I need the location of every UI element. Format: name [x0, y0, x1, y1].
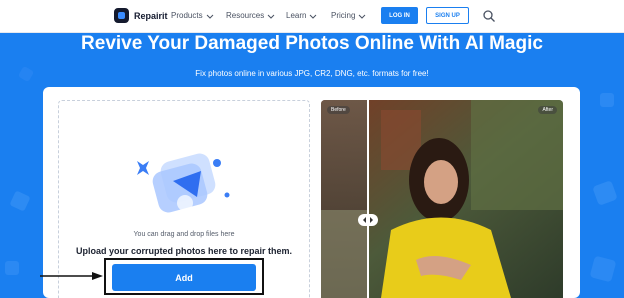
annotation-arrow-icon: [40, 272, 103, 280]
repairit-logo-icon: [114, 8, 129, 23]
nav-item-resources[interactable]: Resources: [226, 11, 275, 20]
upload-illustration-icon: [137, 153, 230, 213]
nav-item-label: Pricing: [331, 11, 356, 20]
chevron-down-icon: [267, 14, 275, 19]
signup-button[interactable]: SIGN UP: [426, 7, 469, 24]
logo-text: Repairit: [134, 10, 168, 21]
add-button[interactable]: Add: [112, 264, 256, 291]
top-nav: Repairit Products Resources Learn Pricin…: [0, 0, 624, 33]
left-right-arrows-icon: [363, 217, 373, 223]
upload-instruction: Upload your corrupted photos here to rep…: [75, 246, 293, 256]
nav-item-learn[interactable]: Learn: [286, 11, 317, 20]
hero-subtitle: Fix photos online in various JPG, CR2, D…: [195, 69, 429, 78]
chevron-down-icon: [206, 14, 213, 19]
after-badge: After: [538, 106, 557, 114]
drag-drop-hint: You can drag and drop files here: [133, 231, 235, 238]
logo[interactable]: Repairit: [114, 8, 168, 23]
nav-item-label: Learn: [286, 11, 307, 20]
compare-divider[interactable]: [367, 100, 369, 298]
portrait-photo: [321, 100, 563, 298]
nav-item-products[interactable]: Products: [171, 11, 214, 20]
hero-title: Revive Your Damaged Photos Online With A…: [81, 33, 543, 54]
login-button[interactable]: LOG IN: [381, 7, 418, 24]
chevron-down-icon: [359, 14, 366, 19]
nav-item-label: Resources: [226, 11, 265, 20]
chevron-down-icon: [310, 14, 317, 19]
nav-item-label: Products: [171, 11, 203, 20]
search-icon: [483, 10, 495, 22]
compare-slider-handle[interactable]: [358, 214, 378, 226]
before-after-preview[interactable]: Before After: [321, 100, 563, 298]
before-badge: Before: [327, 106, 350, 114]
search-button[interactable]: [482, 9, 496, 23]
nav-item-pricing[interactable]: Pricing: [331, 11, 366, 20]
